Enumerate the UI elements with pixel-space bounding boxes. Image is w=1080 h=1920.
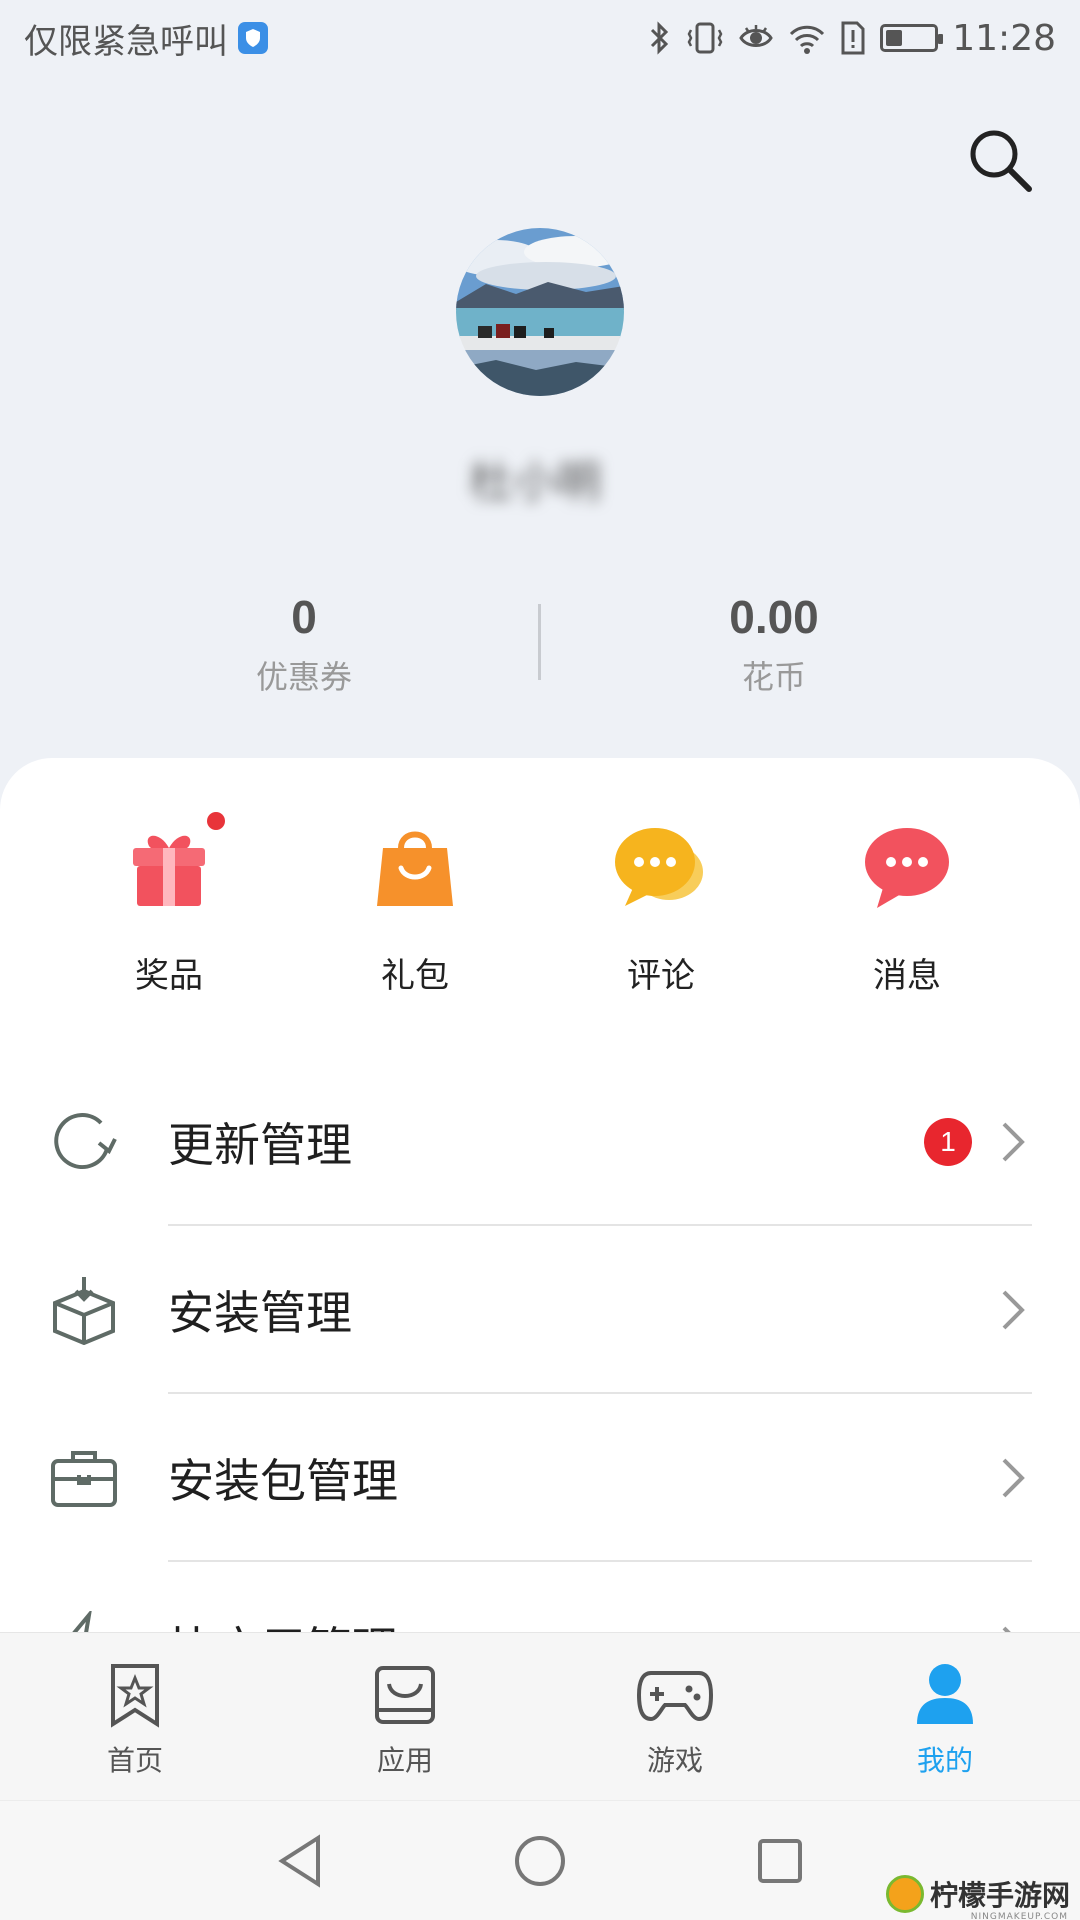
gamepad-icon xyxy=(635,1659,715,1731)
menu-label: 安装管理 xyxy=(168,1286,352,1340)
app-bag-icon xyxy=(365,1659,445,1731)
new-dot xyxy=(207,812,225,830)
eye-comfort-icon xyxy=(739,25,774,47)
avatar[interactable] xyxy=(456,228,624,396)
menu-label: 更新管理 xyxy=(168,1118,352,1172)
management-menu: 更新管理 1 安装管理 安装包管理 快应用管理 xyxy=(0,1058,1080,1730)
watermark-text: 柠檬手游网 xyxy=(929,1879,1070,1912)
carrier-text: 仅限紧急呼叫 xyxy=(24,21,228,62)
battery-icon xyxy=(880,24,944,52)
username: 杜小明 xyxy=(440,448,630,508)
watermark-logo-icon xyxy=(885,1875,924,1913)
shield-icon xyxy=(238,22,268,54)
coupons-value: 0 xyxy=(291,591,317,643)
menu-row-install-management[interactable]: 安装管理 xyxy=(0,1226,1080,1394)
nav-mine[interactable]: 我的 xyxy=(810,1633,1080,1800)
quick-action-label: 评论 xyxy=(627,956,695,996)
coupons-label: 优惠券 xyxy=(255,658,352,696)
home-button[interactable] xyxy=(510,1831,570,1891)
gift-icon xyxy=(121,812,225,916)
stats-divider xyxy=(538,604,541,680)
flower-coins-value: 0.00 xyxy=(729,591,819,643)
vibrate-icon xyxy=(687,22,723,54)
install-box-icon xyxy=(48,1274,120,1346)
update-count-badge: 1 xyxy=(924,1118,972,1166)
nav-home[interactable]: 首页 xyxy=(0,1633,270,1800)
shopping-bag-icon xyxy=(367,820,463,916)
person-icon xyxy=(905,1659,985,1731)
message-icon xyxy=(859,820,955,916)
bluetooth-icon xyxy=(651,21,669,55)
coupons-stat[interactable]: 0 优惠券 xyxy=(154,590,454,698)
sim-alert-icon xyxy=(841,21,865,55)
quick-action-gift-packs[interactable]: 礼包 xyxy=(292,820,538,1020)
chevron-right-icon xyxy=(1002,1458,1025,1498)
recents-square-icon xyxy=(758,1839,802,1883)
back-button[interactable] xyxy=(270,1831,330,1891)
menu-row-package-management[interactable]: 安装包管理 xyxy=(0,1394,1080,1562)
menu-label: 安装包管理 xyxy=(168,1454,398,1508)
quick-action-label: 礼包 xyxy=(381,956,449,996)
nav-label: 首页 xyxy=(106,1744,163,1777)
status-bar: 仅限紧急呼叫 11:28 xyxy=(0,0,1080,76)
nav-label: 游戏 xyxy=(646,1744,703,1777)
wifi-icon xyxy=(790,25,825,54)
avatar-photo xyxy=(456,228,624,396)
search-button[interactable] xyxy=(960,120,1040,200)
nav-games[interactable]: 游戏 xyxy=(540,1633,810,1800)
system-nav-bar: 柠檬手游网 NINGMAKEUP.COM xyxy=(0,1800,1080,1920)
username-text: 杜小明 xyxy=(469,457,601,508)
watermark: 柠檬手游网 xyxy=(885,1874,1070,1914)
comment-icon xyxy=(613,820,709,916)
nav-label: 我的 xyxy=(916,1744,973,1777)
clock-text: 11:28 xyxy=(952,17,1056,59)
quick-action-comments[interactable]: 评论 xyxy=(538,820,784,1020)
bottom-nav: 首页 应用 游戏 我的 xyxy=(0,1632,1080,1800)
back-triangle-icon xyxy=(278,1834,320,1888)
flower-coins-stat[interactable]: 0.00 花币 xyxy=(624,590,924,698)
quick-action-label: 消息 xyxy=(873,956,941,996)
status-right: 11:28 xyxy=(648,18,1056,59)
chevron-right-icon xyxy=(1002,1290,1025,1330)
quick-action-prizes[interactable]: 奖品 xyxy=(46,812,292,1020)
quick-actions: 奖品 礼包 评论 消息 xyxy=(0,812,1080,1020)
quick-action-messages[interactable]: 消息 xyxy=(784,820,1030,1020)
chevron-right-icon xyxy=(1002,1122,1025,1162)
status-left: 仅限紧急呼叫 xyxy=(24,14,268,63)
search-icon xyxy=(970,130,1032,192)
quick-action-label: 奖品 xyxy=(135,956,203,996)
home-circle-icon xyxy=(515,1836,565,1886)
bookmark-star-icon xyxy=(95,1659,175,1731)
recents-button[interactable] xyxy=(750,1831,810,1891)
nav-label: 应用 xyxy=(376,1744,433,1777)
briefcase-icon xyxy=(48,1442,120,1514)
nav-apps[interactable]: 应用 xyxy=(270,1633,540,1800)
stats-bar: 0 优惠券 0.00 花币 xyxy=(0,590,1080,700)
watermark-sub: NINGMAKEUP.COM xyxy=(970,1912,1068,1920)
refresh-icon xyxy=(48,1106,120,1178)
menu-row-update-management[interactable]: 更新管理 1 xyxy=(0,1058,1080,1226)
flower-coins-label: 花币 xyxy=(741,658,806,696)
